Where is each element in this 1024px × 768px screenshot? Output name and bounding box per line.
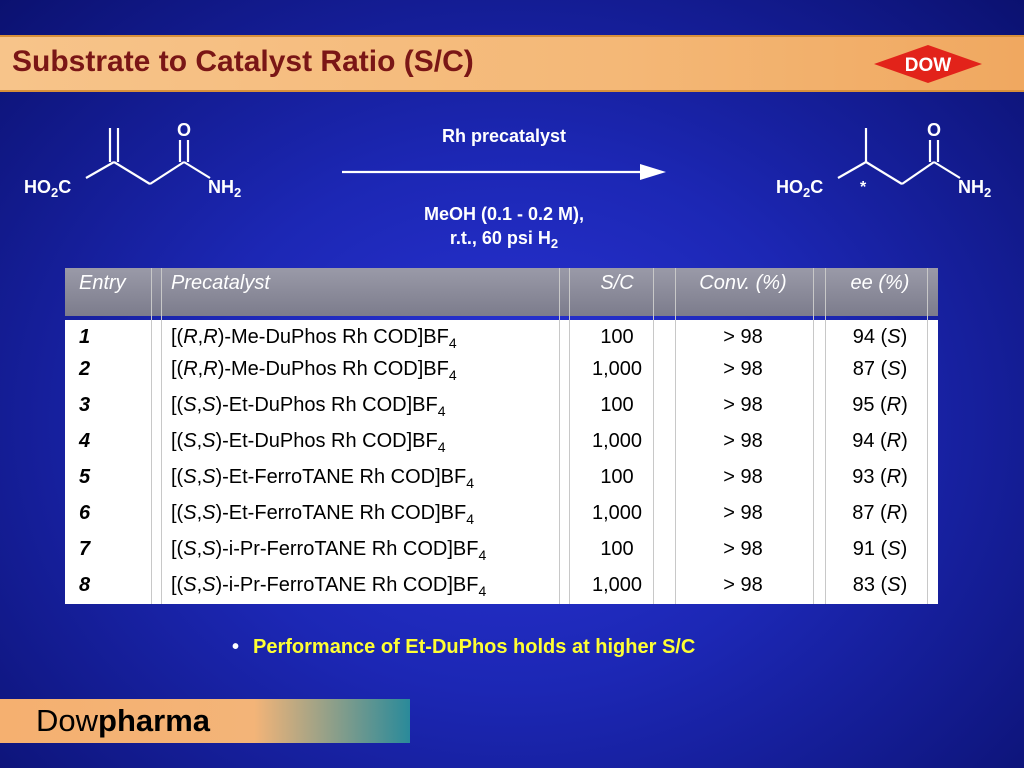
results-table: Entry Precatalyst S/C Conv. (%) ee (%) 1… xyxy=(65,268,938,604)
dow-logo-text: DOW xyxy=(905,55,952,76)
table-row: 7 [(S,S)-i-Pr-FerroTANE Rh COD]BF4 100 > 98… xyxy=(65,534,938,570)
conditions-line-1: MeOH (0.1 - 0.2 M), xyxy=(423,204,585,224)
cell-sc: 1,000 xyxy=(591,502,643,524)
reactant-ho2c: HO2C xyxy=(24,177,71,200)
cell-ee: 87 (S) xyxy=(852,358,908,380)
cell-ee: 93 (R) xyxy=(852,466,908,488)
header-sc: S/C xyxy=(600,272,634,294)
cell-entry: 3 xyxy=(79,394,91,416)
table-row: 5 [(S,S)-Et-FerroTANE Rh COD]BF4 100 > 98 93… xyxy=(65,462,938,498)
cell-ee: 87 (R) xyxy=(852,502,908,524)
cell-sc: 100 xyxy=(600,326,634,348)
cell-precatalyst: [(R,R)-Me-DuPhos Rh COD]BF4 xyxy=(171,358,457,383)
dow-logo: DOW xyxy=(874,45,982,83)
product-ho2c: HO2C xyxy=(776,177,823,200)
cell-precatalyst: [(S,S)-Et-DuPhos Rh COD]BF4 xyxy=(171,394,446,419)
header-ee: ee (%) xyxy=(850,272,910,294)
cell-precatalyst: [(S,S)-i-Pr-FerroTANE Rh COD]BF4 xyxy=(171,574,487,599)
header-entry: Entry xyxy=(79,272,126,294)
table-row: 6 [(S,S)-Et-FerroTANE Rh COD]BF4 1,000 > 98… xyxy=(65,498,938,534)
cell-conv: > 98 xyxy=(723,358,763,380)
product-carbonyl-o: O xyxy=(927,120,941,140)
table-row: 8 [(S,S)-i-Pr-FerroTANE Rh COD]BF4 1,000 > … xyxy=(65,570,938,606)
cell-entry: 5 xyxy=(79,466,91,488)
conditions-line-2: r.t., 60 psi H2 xyxy=(449,228,559,251)
bullet-text: Performance of Et-DuPhos holds at higher… xyxy=(253,636,696,658)
stereo-mark: * xyxy=(860,179,867,196)
cell-entry: 1 xyxy=(79,326,91,348)
table-body: 1 [(R,R)-Me-DuPhos Rh COD]BF4 100 > 98 94 (S… xyxy=(65,320,938,604)
slide-title: Substrate to Catalyst Ratio (S/C) xyxy=(12,45,474,78)
cell-sc: 100 xyxy=(600,394,634,416)
cell-conv: > 98 xyxy=(723,574,763,596)
cell-conv: > 98 xyxy=(723,430,763,452)
footer-brand-bar: Dowpharma xyxy=(0,699,410,743)
cell-entry: 4 xyxy=(79,430,91,452)
cell-sc: 1,000 xyxy=(591,358,643,380)
title-bar: Substrate to Catalyst Ratio (S/C) DOW xyxy=(0,35,1024,92)
header-precatalyst: Precatalyst xyxy=(171,272,270,294)
table-row: 2 [(R,R)-Me-DuPhos Rh COD]BF4 1,000 > 98 87 … xyxy=(65,354,938,390)
table-row: 3 [(S,S)-Et-DuPhos Rh COD]BF4 100 > 98 95 (R… xyxy=(65,390,938,426)
cell-sc: 1,000 xyxy=(591,574,643,596)
product-nh2: NH2 xyxy=(958,177,991,200)
cell-ee: 83 (S) xyxy=(852,574,908,596)
cell-conv: > 98 xyxy=(723,326,763,348)
cell-precatalyst: [(S,S)-i-Pr-FerroTANE Rh COD]BF4 xyxy=(171,538,487,563)
cell-conv: > 98 xyxy=(723,394,763,416)
cell-entry: 6 xyxy=(79,502,91,524)
cell-sc: 100 xyxy=(600,466,634,488)
cell-entry: 8 xyxy=(79,574,91,596)
table-row: 4 [(S,S)-Et-DuPhos Rh COD]BF4 1,000 > 98 94 … xyxy=(65,426,938,462)
footer-brand: Dowpharma xyxy=(36,703,210,738)
reactant-carbonyl-o: O xyxy=(177,120,191,140)
reagent-label: Rh precatalyst xyxy=(441,126,567,146)
cell-sc: 100 xyxy=(600,538,634,560)
cell-precatalyst: [(S,S)-Et-FerroTANE Rh COD]BF4 xyxy=(171,502,475,527)
cell-precatalyst: [(R,R)-Me-DuPhos Rh COD]BF4 xyxy=(171,326,457,351)
cell-entry: 2 xyxy=(79,358,91,380)
cell-conv: > 98 xyxy=(723,466,763,488)
table-header: Entry Precatalyst S/C Conv. (%) ee (%) xyxy=(65,268,938,316)
cell-ee: 94 (R) xyxy=(852,430,908,452)
cell-ee: 95 (R) xyxy=(852,394,908,416)
cell-precatalyst: [(S,S)-Et-FerroTANE Rh COD]BF4 xyxy=(171,466,475,491)
cell-entry: 7 xyxy=(79,538,91,560)
cell-sc: 1,000 xyxy=(591,430,643,452)
bullet-dot-icon: • xyxy=(232,636,240,658)
cell-precatalyst: [(S,S)-Et-DuPhos Rh COD]BF4 xyxy=(171,430,446,455)
cell-ee: 91 (S) xyxy=(852,538,908,560)
reactant-nh2: NH2 xyxy=(208,177,241,200)
table-row: 1 [(R,R)-Me-DuPhos Rh COD]BF4 100 > 98 94 (S… xyxy=(65,322,938,358)
bullet-point: • Performance of Et-DuPhos holds at highe… xyxy=(232,636,695,659)
header-conv: Conv. (%) xyxy=(699,272,787,294)
cell-conv: > 98 xyxy=(723,538,763,560)
cell-conv: > 98 xyxy=(723,502,763,524)
cell-ee: 94 (S) xyxy=(852,326,908,348)
